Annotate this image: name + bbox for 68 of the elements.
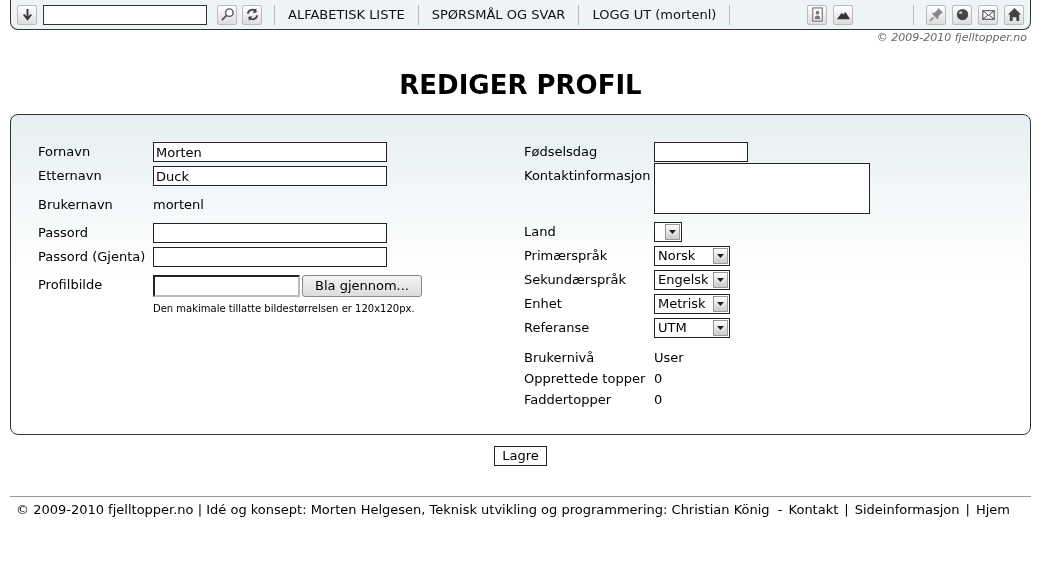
file-path-field[interactable] bbox=[153, 275, 300, 297]
save-button[interactable]: Lagre bbox=[494, 446, 547, 466]
field-label: Passord bbox=[38, 224, 90, 243]
field-label: Faddertopper bbox=[524, 390, 612, 409]
footer-text: © 2009-2010 fjelltopper.no | Idé og konsept: Morten Helgesen, Teknisk utvikling og programmering: Christian König - bbox=[16, 501, 783, 519]
mail-button[interactable] bbox=[978, 4, 998, 25]
field-label: Fødselsdag bbox=[524, 143, 599, 162]
dropdown-arrow-icon bbox=[717, 254, 724, 258]
field-label: Sekundærspråk bbox=[524, 271, 628, 290]
nav-link[interactable]: LOGG UT (mortenl) bbox=[579, 4, 730, 25]
field-label: Profilbilde bbox=[38, 276, 104, 294]
field-label: Etternavn bbox=[38, 167, 103, 186]
text-field[interactable] bbox=[153, 247, 387, 267]
portrait-button[interactable] bbox=[807, 4, 827, 25]
footer-text: | bbox=[965, 501, 970, 519]
pin-button[interactable] bbox=[926, 4, 946, 25]
footer-text: | bbox=[844, 501, 849, 519]
home-button[interactable] bbox=[1004, 4, 1024, 25]
hint-text: Den makimale tillatte bildestørrelsen er 120x120px. bbox=[153, 302, 416, 316]
nav-link[interactable]: SPØRSMÅL OG SVAR bbox=[418, 4, 579, 25]
footer-link[interactable]: Sideinformasjon bbox=[854, 500, 960, 520]
field-value: 0 bbox=[654, 369, 663, 388]
search-button[interactable] bbox=[217, 4, 237, 25]
dropdown[interactable]: UTM bbox=[654, 318, 730, 338]
text-field[interactable] bbox=[153, 223, 387, 243]
pin-icon bbox=[928, 7, 944, 22]
search-icon bbox=[219, 7, 235, 22]
contact-text-area[interactable] bbox=[654, 163, 870, 214]
field-label: Brukernivå bbox=[524, 348, 596, 367]
dropdown-arrow-icon bbox=[717, 302, 724, 306]
field-value: 0 bbox=[654, 390, 663, 409]
search-field[interactable] bbox=[43, 4, 207, 25]
footer-link[interactable]: Kontakt bbox=[788, 500, 839, 520]
portrait-icon bbox=[809, 7, 825, 22]
dropdown[interactable]: Metrisk bbox=[654, 294, 730, 314]
date-field[interactable] bbox=[654, 142, 748, 162]
copyright-text: © 2009-2010 fjelltopper.no bbox=[876, 30, 1027, 46]
refresh-button[interactable] bbox=[242, 4, 262, 25]
down-arrow-button[interactable] bbox=[17, 4, 37, 25]
text-field[interactable]: Duck bbox=[153, 166, 387, 186]
dropdown-arrow-icon bbox=[717, 326, 724, 330]
browse-button[interactable]: Bla gjennom... bbox=[302, 275, 422, 297]
globe-button[interactable] bbox=[952, 4, 972, 25]
field-label: Referanse bbox=[524, 319, 591, 338]
text-field[interactable]: Morten bbox=[153, 142, 387, 162]
field-label: Fornavn bbox=[38, 143, 92, 162]
dropdown-arrow-icon bbox=[669, 230, 676, 234]
field-label: Enhet bbox=[524, 295, 563, 314]
refresh-icon bbox=[244, 7, 260, 22]
dropdown[interactable]: Engelsk bbox=[654, 270, 730, 290]
mail-icon bbox=[980, 7, 996, 22]
page-title: REDIGER PROFIL bbox=[399, 69, 642, 102]
dropdown[interactable] bbox=[654, 222, 682, 242]
field-label: Kontaktinformasjon bbox=[524, 167, 652, 185]
field-label: Opprettede topper bbox=[524, 369, 647, 388]
field-label: Primærspråk bbox=[524, 247, 609, 266]
home-icon bbox=[1006, 7, 1022, 22]
field-label: Land bbox=[524, 223, 557, 242]
mountain-button[interactable] bbox=[833, 4, 853, 25]
dropdown-arrow-icon bbox=[717, 278, 724, 282]
field-value: User bbox=[654, 348, 684, 367]
field-value: mortenl bbox=[153, 196, 204, 215]
nav-link[interactable]: ALFABETISK LISTE bbox=[275, 4, 418, 25]
field-label: Passord (Gjenta) bbox=[38, 248, 147, 267]
field-label: Brukernavn bbox=[38, 196, 114, 215]
footer-link[interactable]: Hjem bbox=[975, 500, 1010, 520]
dropdown[interactable]: Norsk bbox=[654, 246, 730, 266]
globe-icon bbox=[954, 7, 970, 22]
